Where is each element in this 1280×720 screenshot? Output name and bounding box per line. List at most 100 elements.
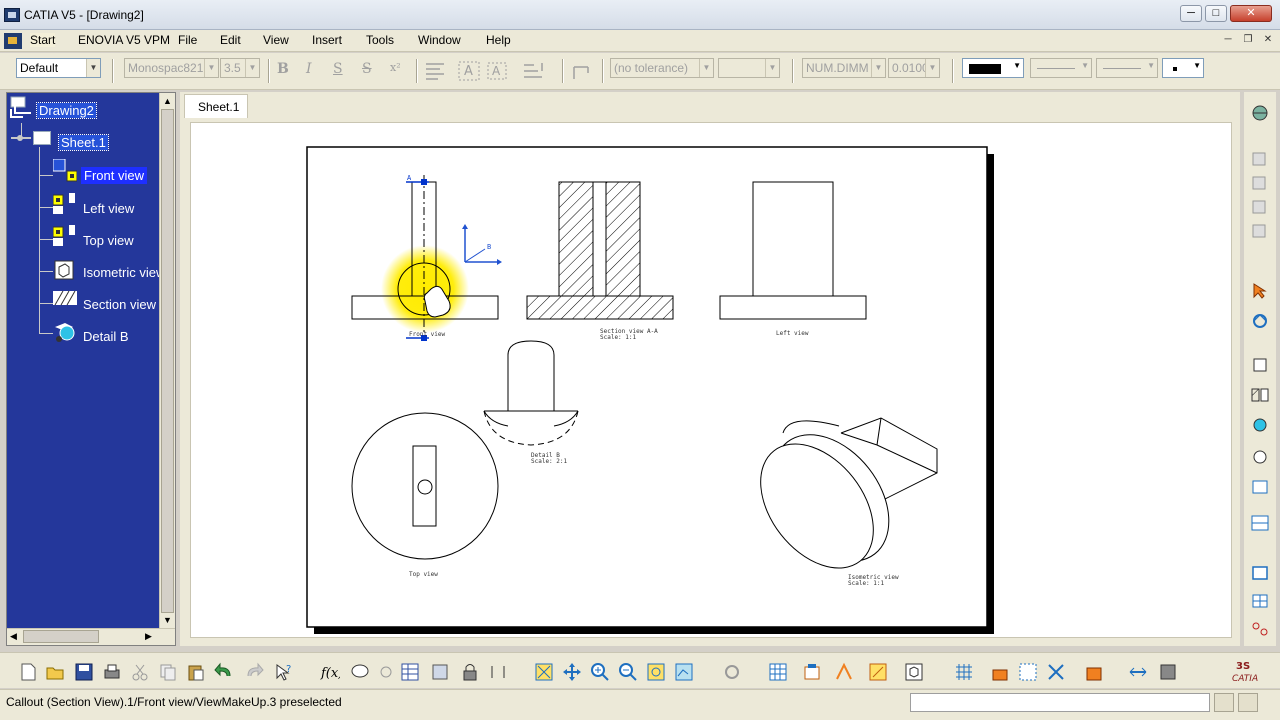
menu-enovia[interactable]: ENOVIA V5 VPM: [78, 33, 170, 47]
color-select[interactable]: ▼: [962, 58, 1024, 78]
line-type-select[interactable]: ▼: [1096, 58, 1158, 78]
menu-view[interactable]: View: [263, 33, 289, 47]
dress-up-icon[interactable]: [834, 662, 854, 682]
document-icon[interactable]: [4, 33, 22, 49]
font-select[interactable]: Monospac821 ▼: [124, 58, 219, 78]
fit-all-icon[interactable]: [534, 662, 554, 682]
snap-grid-icon[interactable]: [954, 662, 974, 682]
broken-view-icon[interactable]: [1250, 478, 1270, 496]
doc-close-icon[interactable]: ✕: [1261, 34, 1275, 47]
text-frame-icon[interactable]: A: [458, 61, 482, 81]
lock-icon[interactable]: [460, 662, 480, 682]
status-button-2[interactable]: [1238, 693, 1258, 712]
strikethrough-button[interactable]: S: [362, 61, 372, 77]
menu-insert[interactable]: Insert: [312, 33, 342, 47]
doc-restore-icon[interactable]: ❐: [1241, 34, 1255, 47]
properties-icon[interactable]: [1158, 662, 1178, 682]
axis-icon[interactable]: [868, 662, 888, 682]
underline-button[interactable]: S: [333, 61, 343, 77]
analysis-display-icon[interactable]: [1084, 662, 1104, 682]
sketch-tools-icon[interactable]: [1046, 662, 1066, 682]
redo-icon[interactable]: [244, 662, 264, 682]
command-input[interactable]: [910, 693, 1210, 712]
precision-select[interactable]: 0.0100 ▼: [888, 58, 940, 78]
menu-file[interactable]: File: [178, 33, 197, 47]
cut-icon[interactable]: [130, 662, 150, 682]
compass-icon[interactable]: [1250, 104, 1270, 122]
catalog-icon[interactable]: [430, 662, 450, 682]
maximize-button[interactable]: □: [1205, 5, 1227, 22]
numerical-format-select[interactable]: NUM.DIMM ▼: [802, 58, 886, 78]
menu-help[interactable]: Help: [486, 33, 511, 47]
minimize-button[interactable]: ─: [1180, 5, 1202, 22]
normal-view-icon[interactable]: [674, 662, 694, 682]
menu-start[interactable]: Start: [30, 33, 56, 47]
constraints-icon[interactable]: [488, 662, 508, 682]
scroll-left-arrow-icon[interactable]: ◀: [10, 631, 17, 642]
tolerance-select[interactable]: (no tolerance) ▼: [610, 58, 714, 78]
frame-icon[interactable]: A: [486, 61, 510, 81]
copy-icon[interactable]: [158, 662, 178, 682]
new-file-icon[interactable]: [18, 662, 38, 682]
tab-sheet-1[interactable]: Sheet.1: [184, 94, 248, 118]
tree-hscroll-thumb[interactable]: [23, 630, 99, 643]
scroll-right-arrow-icon[interactable]: ▶: [145, 631, 152, 642]
tree-isometric-view[interactable]: Isometric view: [83, 265, 165, 280]
close-button[interactable]: ✕: [1230, 5, 1272, 22]
tolerance-value-select[interactable]: ▼: [718, 58, 780, 78]
table-tool-icon[interactable]: [1250, 592, 1270, 610]
drawing-canvas[interactable]: A B Front view Section view A-A Scale: 1…: [190, 122, 1232, 638]
zoom-out-icon[interactable]: [618, 662, 638, 682]
print-icon[interactable]: [102, 662, 122, 682]
tree-vertical-scrollbar[interactable]: ▲ ▼: [159, 93, 175, 629]
wizard-icon[interactable]: [1250, 514, 1270, 532]
select-arrow-icon[interactable]: [1250, 282, 1270, 300]
clipping-view-icon[interactable]: [1250, 448, 1270, 466]
doc-minimize-icon[interactable]: ─: [1221, 34, 1235, 47]
design-table-icon[interactable]: [376, 662, 396, 682]
pan-icon[interactable]: [562, 662, 582, 682]
3d-view-icon[interactable]: [904, 662, 924, 682]
whats-this-icon[interactable]: ?: [274, 662, 294, 682]
new-detail-icon[interactable]: [1250, 198, 1270, 216]
italic-button[interactable]: I: [306, 61, 312, 77]
menu-tools[interactable]: Tools: [366, 33, 394, 47]
tree-front-view[interactable]: Front view: [81, 167, 147, 184]
anchor-point-icon[interactable]: [522, 61, 550, 81]
section-view-tool-icon[interactable]: [1250, 386, 1270, 404]
status-button-1[interactable]: [1214, 693, 1234, 712]
tree-sheet[interactable]: Sheet.1: [58, 134, 109, 151]
scroll-down-arrow-icon[interactable]: ▼: [163, 615, 172, 625]
comment-icon[interactable]: [350, 662, 370, 682]
new-sheet-icon[interactable]: [1250, 174, 1270, 192]
instantiate-2d-icon[interactable]: [1250, 222, 1270, 240]
menu-edit[interactable]: Edit: [220, 33, 241, 47]
menu-window[interactable]: Window: [418, 33, 461, 47]
update-icon[interactable]: [1250, 312, 1270, 330]
dimension-system-icon[interactable]: [990, 662, 1010, 682]
font-size-select[interactable]: 3.5 ▼: [220, 58, 260, 78]
filter-icon[interactable]: [1018, 662, 1038, 682]
dimension-line-icon[interactable]: [570, 61, 596, 83]
tree-detail-b[interactable]: Detail B: [83, 329, 129, 344]
open-icon[interactable]: [45, 662, 65, 682]
bold-button[interactable]: B: [277, 61, 289, 77]
zoom-area-icon[interactable]: [646, 662, 666, 682]
tree-root-drawing[interactable]: Drawing2: [36, 102, 97, 119]
align-icon[interactable]: [424, 61, 448, 81]
detail-view-tool-icon[interactable]: [1250, 416, 1270, 434]
formula-icon[interactable]: f(x): [320, 662, 340, 682]
point-tool-icon[interactable]: [1250, 620, 1270, 638]
sheet-properties-icon[interactable]: [1250, 150, 1270, 168]
grid-table-icon[interactable]: [400, 662, 420, 682]
tree-top-view[interactable]: Top view: [83, 233, 134, 248]
style-select[interactable]: Default ▼: [16, 58, 101, 78]
paste-icon[interactable]: [186, 662, 206, 682]
undo-icon[interactable]: [214, 662, 234, 682]
grid-icon[interactable]: [768, 662, 788, 682]
tree-section-view[interactable]: Section view: [83, 297, 156, 312]
tree-horizontal-scrollbar[interactable]: ◀ ▶: [7, 628, 175, 645]
measure-icon[interactable]: [1128, 662, 1148, 682]
analyze-icon[interactable]: [802, 662, 822, 682]
refresh-icon[interactable]: [722, 662, 742, 682]
